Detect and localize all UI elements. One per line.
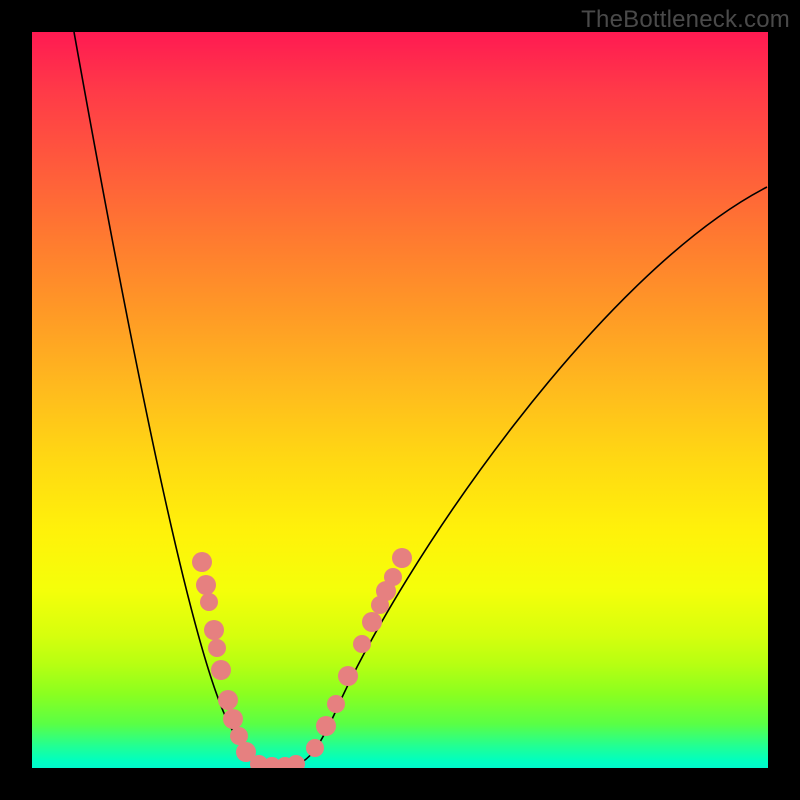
beads-bottom (250, 755, 305, 768)
data-bead (192, 552, 212, 572)
data-bead (384, 568, 402, 586)
data-bead (353, 635, 371, 653)
data-bead (200, 593, 218, 611)
data-bead (362, 612, 382, 632)
data-bead (218, 690, 238, 710)
watermark-text: TheBottleneck.com (581, 6, 790, 34)
data-bead (211, 660, 231, 680)
data-bead (327, 695, 345, 713)
data-bead (287, 755, 305, 768)
beads-right (306, 548, 412, 757)
data-bead (392, 548, 412, 568)
data-bead (306, 739, 324, 757)
data-bead (338, 666, 358, 686)
data-bead (204, 620, 224, 640)
beads-left (192, 552, 256, 762)
data-bead (223, 709, 243, 729)
data-bead (316, 716, 336, 736)
data-bead (208, 639, 226, 657)
plot-area (32, 32, 768, 768)
data-bead (196, 575, 216, 595)
chart-frame: TheBottleneck.com (0, 0, 800, 800)
curve-svg (32, 32, 768, 768)
bottleneck-curve (74, 32, 767, 766)
